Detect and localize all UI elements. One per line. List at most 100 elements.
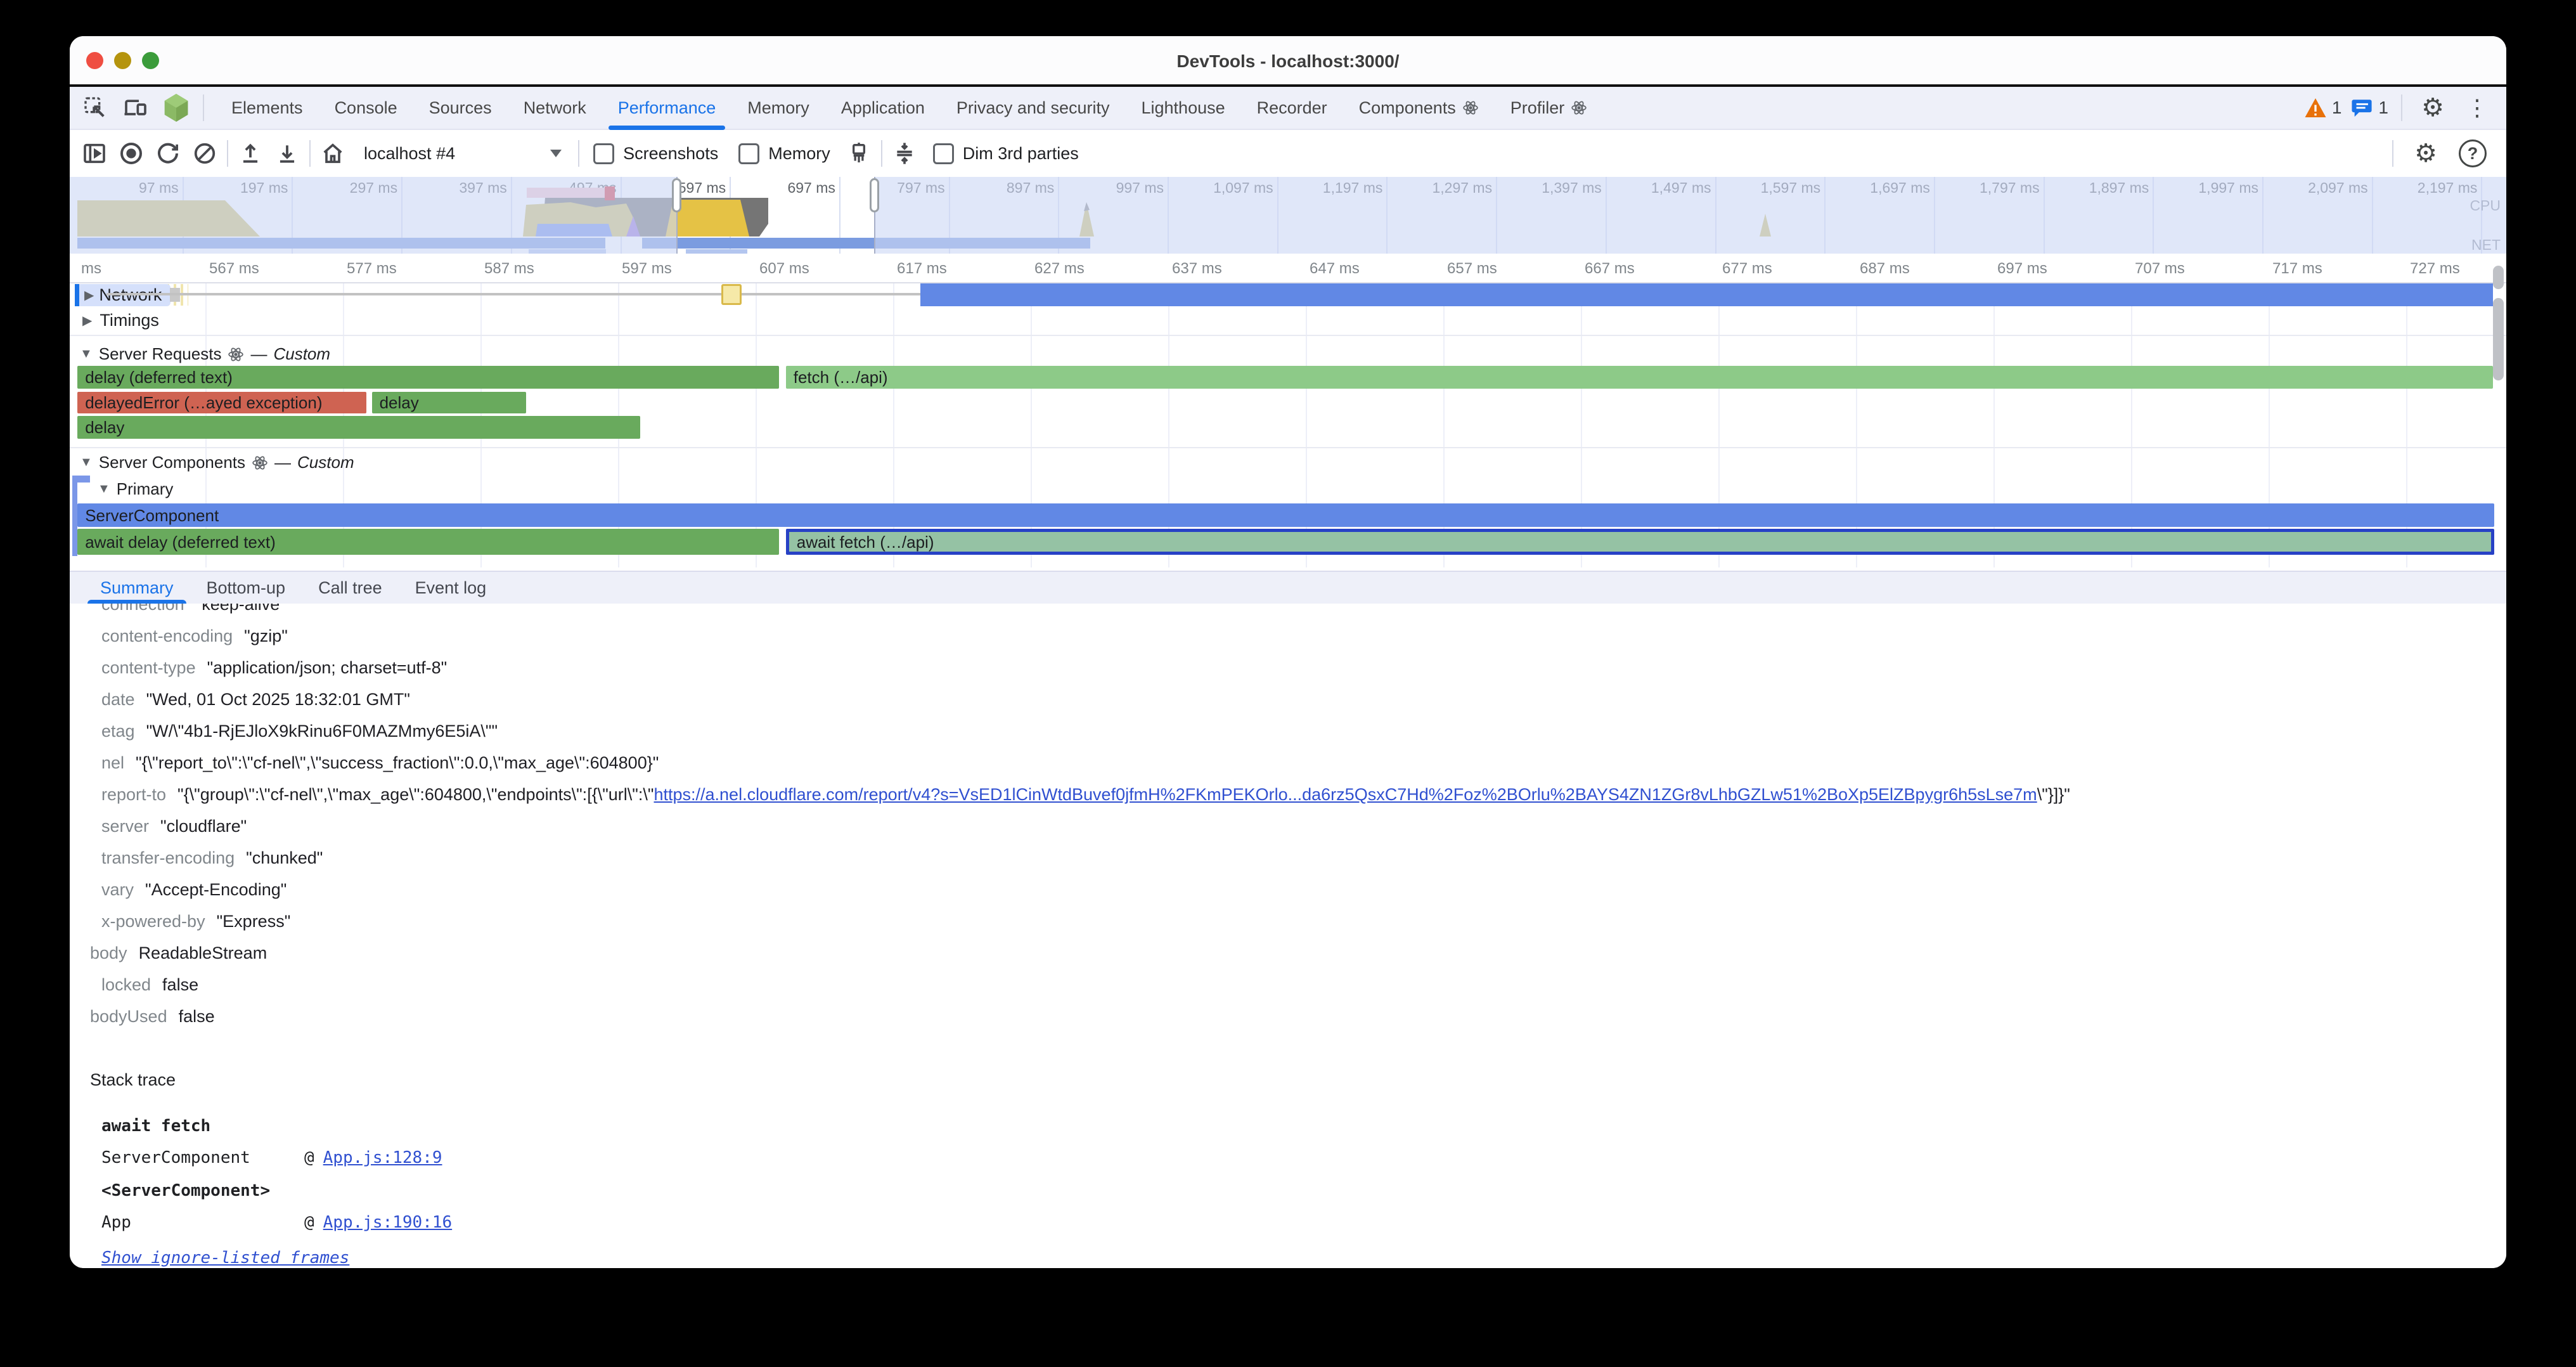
- inspect-cursor-icon[interactable]: [77, 90, 113, 126]
- compress-icon[interactable]: [886, 135, 923, 172]
- three-dot-menu-icon[interactable]: ⋮: [2459, 90, 2495, 126]
- tab-sources[interactable]: Sources: [413, 87, 508, 129]
- network-queue-line[interactable]: [106, 293, 921, 295]
- home-icon[interactable]: [314, 135, 351, 172]
- flame-event[interactable]: delay: [372, 392, 526, 413]
- tab-console[interactable]: Console: [319, 87, 413, 129]
- checkbox[interactable]: [738, 143, 759, 164]
- details-tab-event-log[interactable]: Event log: [399, 572, 503, 604]
- titlebar: DevTools - localhost:3000/: [70, 36, 2506, 84]
- tab-recorder[interactable]: Recorder: [1241, 87, 1343, 129]
- target-select[interactable]: localhost #4: [351, 144, 574, 164]
- property-name: report-to: [101, 785, 166, 805]
- chevron-down-icon: [550, 150, 562, 157]
- stack-frame-function: App: [101, 1213, 304, 1232]
- device-toolbar-icon[interactable]: [118, 90, 153, 126]
- details-tab-call-tree[interactable]: Call tree: [302, 572, 399, 604]
- tab-label: Sources: [429, 98, 492, 118]
- performance-toolbar: localhost #4 Screenshots Memory Dim 3rd …: [70, 130, 2506, 178]
- flame-event[interactable]: fetch (…/api): [786, 366, 2493, 389]
- report-endpoint-link[interactable]: https://a.nel.cloudflare.com/report/v4?s…: [654, 785, 2037, 804]
- tab-network[interactable]: Network: [508, 87, 602, 129]
- ruler-label: 697 ms: [1997, 260, 2047, 278]
- property-value: "Express": [217, 912, 291, 931]
- checkbox[interactable]: [933, 143, 954, 164]
- property-name: bodyUsed: [90, 1007, 167, 1027]
- tabbar-left-icons: [70, 90, 216, 126]
- tab-performance[interactable]: Performance: [602, 87, 732, 129]
- show-ignore-listed-frames-link[interactable]: Show ignore-listed frames: [101, 1248, 2506, 1267]
- flame-event[interactable]: delay (deferred text): [77, 366, 779, 389]
- property-value: "chunked": [246, 848, 323, 868]
- tab-privacy-and-security[interactable]: Privacy and security: [941, 87, 1126, 129]
- stack-frame-source-link[interactable]: App.js:128:9: [323, 1148, 442, 1167]
- group-server-components[interactable]: ▼ Server Components — Custom: [80, 453, 354, 472]
- selection-left-handle[interactable]: [672, 178, 681, 212]
- track-timings[interactable]: ▶ Timings: [82, 311, 159, 330]
- save-profile-icon[interactable]: [232, 135, 269, 172]
- flame-event[interactable]: ServerComponent: [77, 503, 2494, 527]
- tab-components[interactable]: Components: [1343, 87, 1495, 129]
- group-server-requests[interactable]: ▼ Server Requests — Custom: [80, 344, 330, 364]
- flame-event[interactable]: await delay (deferred text): [77, 529, 779, 555]
- tab-application[interactable]: Application: [825, 87, 941, 129]
- expand-arrow-icon[interactable]: ▶: [82, 313, 92, 328]
- network-request-bar[interactable]: [920, 283, 2492, 306]
- tab-elements[interactable]: Elements: [216, 87, 319, 129]
- selection-right-handle[interactable]: [870, 178, 879, 212]
- link[interactable]: Show ignore-listed frames: [101, 1248, 349, 1267]
- checkbox[interactable]: [593, 143, 614, 164]
- load-profile-icon[interactable]: [269, 135, 306, 172]
- flame-event[interactable]: delay: [77, 416, 640, 439]
- separator: [578, 140, 579, 167]
- memory-checkbox[interactable]: Memory: [738, 143, 830, 164]
- stack-trace-heading: Stack trace: [70, 1070, 2506, 1090]
- property-value: "W/\"4b1-RjEJloX9kRinu6F0MAZMmy6E5iA\"": [146, 722, 498, 741]
- collapse-arrow-icon[interactable]: ▼: [80, 455, 93, 470]
- property-value: "Wed, 01 Oct 2025 18:32:01 GMT": [146, 690, 410, 709]
- track-divider: [70, 335, 2506, 336]
- tab-label: Profiler: [1510, 98, 1565, 118]
- tabbar-right: 1 1 ⚙ ⋮: [2304, 90, 2506, 126]
- network-queue-marker[interactable]: [721, 284, 742, 305]
- tab-lighthouse[interactable]: Lighthouse: [1126, 87, 1241, 129]
- collapse-arrow-icon[interactable]: ▼: [98, 482, 110, 496]
- show-live-metrics-icon[interactable]: [76, 135, 113, 172]
- capture-settings-gear-icon[interactable]: ⚙: [2407, 135, 2444, 172]
- tab-profiler[interactable]: Profiler: [1495, 87, 1604, 129]
- details-tab-bottom-up[interactable]: Bottom-up: [190, 572, 302, 604]
- flame-event[interactable]: await fetch (…/api): [786, 529, 2494, 555]
- details-tab-summary[interactable]: Summary: [84, 572, 190, 604]
- messages-badge[interactable]: 1: [2350, 97, 2388, 119]
- ruler-label: 667 ms: [1585, 260, 1635, 278]
- property-value: "cloudflare": [160, 817, 247, 836]
- flame-chart[interactable]: ms 567 ms577 ms587 ms597 ms607 ms617 ms6…: [70, 254, 2506, 567]
- flame-scrollbar-thumb[interactable]: [2493, 298, 2504, 380]
- dim-3rd-parties-checkbox[interactable]: Dim 3rd parties: [933, 143, 1079, 164]
- record-icon[interactable]: [113, 135, 150, 172]
- stack-async-label: await fetch: [101, 1117, 2506, 1136]
- ruler-label: 657 ms: [1447, 260, 1497, 278]
- clear-icon[interactable]: [186, 135, 223, 172]
- warnings-badge[interactable]: 1: [2304, 97, 2342, 119]
- tab-label: Components: [1359, 98, 1456, 118]
- record-and-reload-icon[interactable]: [150, 135, 186, 172]
- screenshots-checkbox[interactable]: Screenshots: [593, 143, 718, 164]
- gear-icon[interactable]: ⚙: [2415, 90, 2450, 126]
- property-name: transfer-encoding: [101, 848, 235, 868]
- collapse-arrow-icon[interactable]: ▼: [80, 347, 93, 361]
- tab-memory[interactable]: Memory: [731, 87, 825, 129]
- collect-garbage-icon[interactable]: [840, 135, 877, 172]
- flame-event[interactable]: delayedError (…ayed exception): [77, 392, 366, 413]
- subgroup-primary[interactable]: ▼ Primary: [98, 479, 173, 499]
- expand-arrow-icon[interactable]: ▶: [84, 287, 94, 303]
- flame-event-label: delay (deferred text): [77, 369, 233, 385]
- toolbar-right: ⚙ ?: [2388, 135, 2500, 172]
- flame-scrollbar-thumb[interactable]: [2493, 266, 2504, 289]
- property-row: lockedfalse: [70, 969, 2506, 1001]
- group-color-strip: [72, 477, 77, 556]
- help-icon[interactable]: ?: [2454, 135, 2491, 172]
- stack-frame-source-link[interactable]: App.js:190:16: [323, 1213, 453, 1232]
- property-row: vary"Accept-Encoding": [70, 874, 2506, 905]
- timeline-overview[interactable]: 97 ms197 ms297 ms397 ms497 ms597 ms697 m…: [70, 177, 2506, 254]
